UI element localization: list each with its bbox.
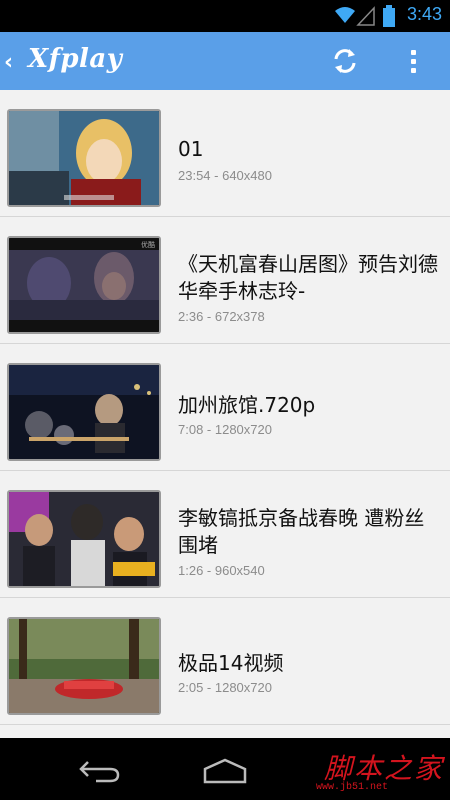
video-title: 《天机富春山居图》预告刘德华牵手林志玲- [178,252,438,303]
video-title: 极品14视频 [178,651,284,675]
video-item[interactable]: 优酷 《天机富春山居图》预告刘德华牵手林志玲- 2:36 - 672x378 [0,217,450,344]
video-meta: 2:36 - 672x378 [178,309,265,324]
overflow-menu-icon[interactable] [410,50,418,74]
watermark-url: www.jb51.net [316,782,389,793]
battery-icon [383,5,395,27]
wifi-icon [335,7,355,23]
video-thumbnail: 优酷 [7,236,161,334]
video-title: 01 [178,137,204,161]
video-item[interactable]: 加州旅馆.720p 7:08 - 1280x720 [0,344,450,471]
status-bar: 3:43 [0,0,450,32]
video-meta: 7:08 - 1280x720 [178,422,272,437]
video-item[interactable]: 极品14视频 2:05 - 1280x720 [0,598,450,725]
video-title: 李敏镐抵京备战春晚 遭粉丝围堵 [178,506,425,557]
home-icon[interactable] [202,758,248,784]
video-item[interactable]: 01 23:54 - 640x480 [0,90,450,217]
video-meta: 1:26 - 960x540 [178,563,265,578]
clock: 3:43 [406,4,442,24]
svg-text:优酷: 优酷 [141,240,155,249]
refresh-icon[interactable] [330,46,360,76]
video-meta: 23:54 - 640x480 [178,168,272,183]
signal-icon [356,6,375,26]
video-thumbnail [7,617,161,715]
video-title: 加州旅馆.720p [178,393,316,417]
video-meta: 2:05 - 1280x720 [178,680,272,695]
video-list: 01 23:54 - 640x480 优酷 《天机富春山居图》预告刘德华牵手林志… [0,90,450,725]
video-thumbnail [7,363,161,461]
video-item[interactable]: 李敏镐抵京备战春晚 遭粉丝围堵 1:26 - 960x540 [0,471,450,598]
action-bar: ‹ Xfplay [0,32,450,90]
watermark-logo: 脚本之家 [324,752,445,785]
back-icon[interactable] [78,758,122,784]
video-thumbnail [7,109,161,207]
video-thumbnail [7,490,161,588]
app-title[interactable]: Xfplay [28,44,122,74]
chevron-left-icon[interactable]: ‹ [4,50,13,75]
